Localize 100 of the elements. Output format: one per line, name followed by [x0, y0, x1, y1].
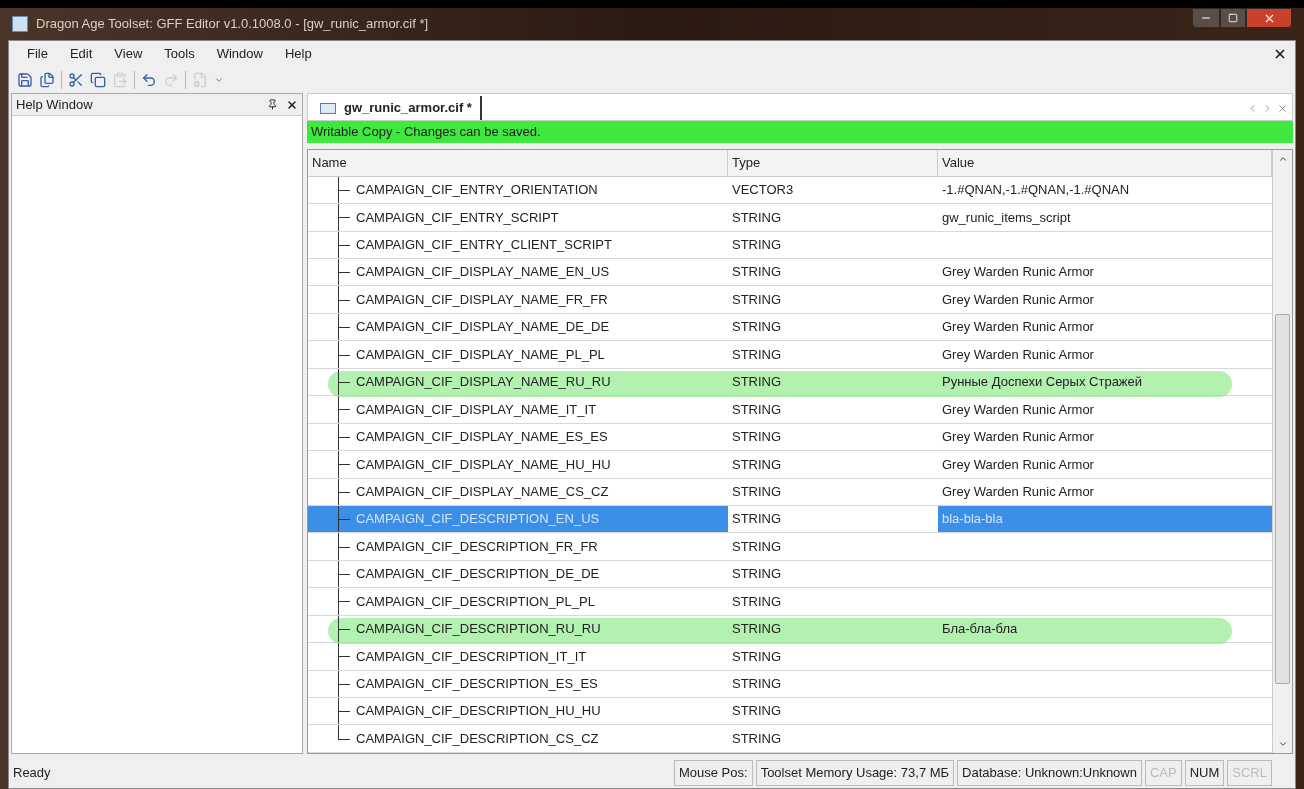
table-cell-text: Grey Warden Runic Armor: [942, 345, 1094, 364]
table-cell-text: CAMPAIGN_CIF_ENTRY_CLIENT_SCRIPT: [356, 236, 612, 255]
table-cell-text: STRING: [732, 400, 782, 419]
table-row[interactable]: CAMPAIGN_CIF_DESCRIPTION_EN_US STRING bla-bla-bla: [308, 505, 1272, 534]
column-header[interactable]: Type: [728, 150, 938, 176]
table-row[interactable]: CAMPAIGN_CIF_DESCRIPTION_RU_RU STRING Бла-бла-бла: [308, 615, 1272, 644]
table-cell-text: STRING: [732, 510, 782, 529]
table-cell-text: Рунные Доспехи Серых Стражей: [942, 373, 1143, 392]
table-cell-text: CAMPAIGN_CIF_DISPLAY_NAME_DE_DE: [356, 318, 610, 337]
table-cell-text: CAMPAIGN_CIF_DISPLAY_NAME_PL_PL: [356, 345, 605, 364]
table-cell-text: Grey Warden Runic Armor: [942, 428, 1094, 447]
table-cell-text: CAMPAIGN_CIF_DISPLAY_NAME_CS_CZ: [356, 482, 609, 501]
menu-item[interactable]: File: [17, 44, 58, 64]
window-title: Dragon Age Toolset: GFF Editor v1.0.1008.0 - [gw_runic_armor.cif *]: [36, 15, 429, 34]
table-cell-text: STRING: [732, 290, 782, 309]
scrollbar[interactable]: [1272, 150, 1292, 753]
table-row[interactable]: CAMPAIGN_CIF_DESCRIPTION_PL_PL STRING: [308, 588, 1272, 616]
save-all-icon[interactable]: [39, 72, 55, 88]
table-row[interactable]: CAMPAIGN_CIF_DISPLAY_NAME_CS_CZ STRING Grey Warden Runic Armor: [308, 478, 1272, 506]
table-cell-text: CAMPAIGN_CIF_DESCRIPTION_HU_HU: [356, 702, 601, 721]
table-row[interactable]: CAMPAIGN_CIF_DESCRIPTION_DE_DE STRING: [308, 560, 1272, 589]
table-cell-text: CAMPAIGN_CIF_DESCRIPTION_FR_FR: [356, 537, 598, 556]
table-cell-text: STRING: [732, 236, 782, 255]
pin-icon[interactable]: [267, 99, 278, 110]
table-cell-text: STRING: [732, 482, 782, 501]
table-cell-text: STRING: [732, 373, 782, 392]
table-row[interactable]: CAMPAIGN_CIF_DISPLAY_NAME_DE_DE STRING Grey Warden Runic Armor: [308, 313, 1272, 342]
table-cell-text: STRING: [732, 455, 782, 474]
scroll-down-icon[interactable]: [1277, 739, 1288, 749]
table-cell-text: CAMPAIGN_CIF_DESCRIPTION_PL_PL: [356, 592, 595, 611]
table-row[interactable]: CAMPAIGN_CIF_DISPLAY_NAME_FR_FR STRING Grey Warden Runic Armor: [308, 286, 1272, 314]
table-cell-text: bla-bla-bla: [942, 510, 1003, 529]
caret-icon[interactable]: [214, 75, 224, 85]
close-button[interactable]: [1246, 8, 1292, 28]
save-icon[interactable]: [17, 72, 33, 88]
table-row[interactable]: CAMPAIGN_CIF_DESCRIPTION_CS_CZ STRING: [308, 725, 1272, 753]
table-cell-text: CAMPAIGN_CIF_DISPLAY_NAME_IT_IT: [356, 400, 597, 419]
table-row[interactable]: CAMPAIGN_CIF_ENTRY_SCRIPT STRING gw_runic_items_script: [308, 204, 1272, 232]
table-row[interactable]: CAMPAIGN_CIF_DESCRIPTION_IT_IT STRING: [308, 643, 1272, 671]
table-row[interactable]: CAMPAIGN_CIF_DISPLAY_NAME_RU_RU STRING Рунные Доспехи Серых Стражей: [308, 368, 1272, 397]
table-cell-text: Grey Warden Runic Armor: [942, 400, 1094, 419]
table-cell-text: STRING: [732, 318, 782, 337]
table-row[interactable]: CAMPAIGN_CIF_DESCRIPTION_ES_ES STRING: [308, 670, 1272, 698]
table-row[interactable]: CAMPAIGN_CIF_DISPLAY_NAME_PL_PL STRING Grey Warden Runic Armor: [308, 341, 1272, 369]
table-row[interactable]: CAMPAIGN_CIF_DESCRIPTION_FR_FR STRING: [308, 533, 1272, 561]
table-cell-text: Grey Warden Runic Armor: [942, 290, 1094, 309]
table-cell-text: VECTOR3: [732, 181, 794, 200]
table-cell-text: Grey Warden Runic Armor: [942, 263, 1094, 282]
menu-item[interactable]: Window: [206, 44, 273, 64]
table-cell-text: STRING: [732, 428, 782, 447]
table-cell-text: CAMPAIGN_CIF_DISPLAY_NAME_HU_HU: [356, 455, 611, 474]
table-cell-text: Grey Warden Runic Armor: [942, 455, 1094, 474]
table-cell-text: STRING: [732, 565, 782, 584]
table-row[interactable]: CAMPAIGN_CIF_DISPLAY_NAME_IT_IT STRING Grey Warden Runic Armor: [308, 396, 1272, 424]
copy-icon[interactable]: [90, 72, 106, 88]
status-text: Ready: [13, 764, 51, 783]
status-pane: Database: Unknown:Unknown: [957, 760, 1142, 786]
table-cell-text: CAMPAIGN_CIF_DISPLAY_NAME_FR_FR: [356, 290, 608, 309]
table-cell-text: gw_runic_items_script: [942, 208, 1071, 227]
close-icon[interactable]: [286, 98, 298, 111]
minimize-button[interactable]: [1192, 8, 1220, 28]
menu-item[interactable]: Edit: [59, 44, 103, 64]
status-banner: Writable Copy - Changes can be saved.: [307, 121, 1293, 143]
app-icon: [12, 16, 28, 32]
close-icon[interactable]: [1273, 47, 1287, 61]
menu-item[interactable]: Tools: [154, 44, 205, 64]
table-cell-text: STRING: [732, 208, 782, 227]
cut-icon[interactable]: [68, 72, 84, 88]
table-cell-text: CAMPAIGN_CIF_ENTRY_SCRIPT: [356, 208, 559, 227]
table-cell-text: STRING: [732, 620, 782, 639]
table-cell-text: -1.#QNAN,-1.#QNAN,-1.#QNAN: [942, 181, 1130, 200]
table-cell-text: STRING: [732, 592, 782, 611]
menu-item[interactable]: Help: [274, 44, 322, 64]
menu-item[interactable]: View: [104, 44, 153, 64]
table-cell-text: CAMPAIGN_CIF_DESCRIPTION_EN_US: [356, 510, 600, 529]
table-cell-text: STRING: [732, 702, 782, 721]
column-header[interactable]: Name: [308, 150, 728, 176]
table-row[interactable]: CAMPAIGN_CIF_DESCRIPTION_HU_HU STRING: [308, 698, 1272, 726]
table-cell-text: CAMPAIGN_CIF_DESCRIPTION_RU_RU: [356, 620, 601, 639]
status-pane: Toolset Memory Usage: 73,7 МБ: [755, 760, 955, 786]
scroll-thumb[interactable]: [1275, 314, 1290, 684]
status-pane: NUM: [1184, 760, 1225, 786]
table-cell-text: CAMPAIGN_CIF_DESCRIPTION_CS_CZ: [356, 729, 599, 748]
table-row[interactable]: CAMPAIGN_CIF_DISPLAY_NAME_EN_US STRING Grey Warden Runic Armor: [308, 259, 1272, 287]
panel-title: Help Window: [16, 95, 93, 114]
table-cell-text: Grey Warden Runic Armor: [942, 482, 1094, 501]
table-row[interactable]: CAMPAIGN_CIF_ENTRY_ORIENTATION VECTOR3 -1.#QNAN,-1.#QNAN,-1.#QNAN: [308, 176, 1272, 205]
table-row[interactable]: CAMPAIGN_CIF_DISPLAY_NAME_ES_ES STRING Grey Warden Runic Armor: [308, 423, 1272, 452]
undo-icon[interactable]: [141, 72, 157, 88]
table-cell-text: CAMPAIGN_CIF_ENTRY_ORIENTATION: [356, 181, 598, 200]
table-cell-text: STRING: [732, 675, 782, 694]
table-row[interactable]: CAMPAIGN_CIF_ENTRY_CLIENT_SCRIPT STRING: [308, 231, 1272, 259]
maximize-button[interactable]: [1220, 8, 1246, 28]
table-cell-text: CAMPAIGN_CIF_DISPLAY_NAME_EN_US: [356, 263, 610, 282]
table-row[interactable]: CAMPAIGN_CIF_DISPLAY_NAME_HU_HU STRING Grey Warden Runic Armor: [308, 451, 1272, 479]
table-cell-text: CAMPAIGN_CIF_DESCRIPTION_DE_DE: [356, 565, 600, 584]
table-cell-text: Бла-бла-бла: [942, 620, 1018, 639]
table-cell-text: CAMPAIGN_CIF_DISPLAY_NAME_ES_ES: [356, 428, 608, 447]
scroll-up-icon[interactable]: [1277, 154, 1288, 164]
maximize-icon: [1228, 13, 1238, 23]
